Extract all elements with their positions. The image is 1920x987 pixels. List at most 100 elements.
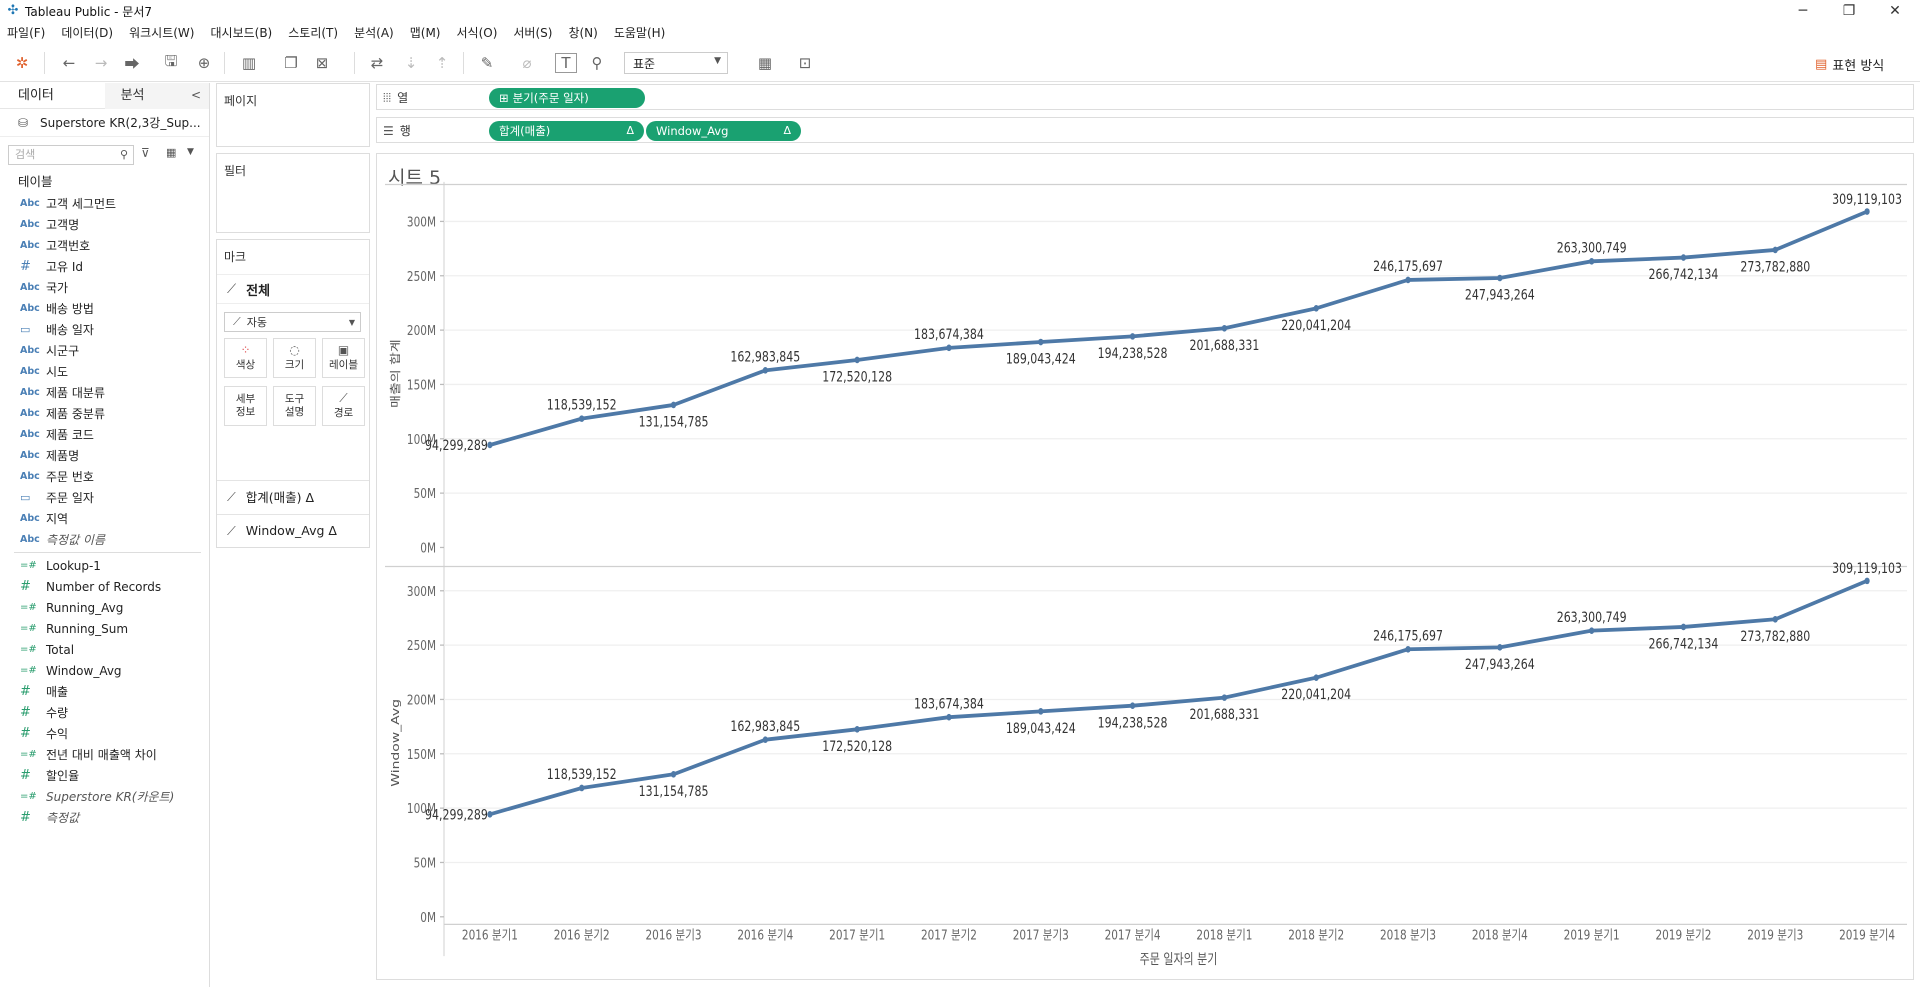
redo-icon[interactable]: → [90, 53, 112, 73]
collapse-icon[interactable]: < [191, 88, 201, 102]
label-button[interactable]: ▣ 레이블 [322, 338, 365, 378]
datasource-item[interactable]: ⛁ Superstore KR(2,3강_Sup... [0, 109, 209, 137]
field-item[interactable]: Abc 제품 코드 [0, 424, 209, 445]
data-label: 131,154,785 [639, 783, 709, 800]
field-item[interactable]: Abc 제품 중분류 [0, 403, 209, 424]
field-item[interactable]: =# Superstore KR(카운트) [0, 786, 209, 807]
field-item[interactable]: # 고유 Id [0, 256, 209, 277]
columns-shelf[interactable]: ⦙⦙⦙ 열 ⊞ 분기(주문 일자) [376, 84, 1914, 110]
x-axis-title: 주문 일자의 분기 [1140, 950, 1218, 967]
rows-pill-sales[interactable]: 합계(매출) Δ [489, 121, 644, 141]
cards-icon[interactable]: ▦ [754, 53, 776, 73]
field-name: 지역 [46, 512, 69, 526]
show-me-button[interactable]: ▤ 표현 방식 [1815, 54, 1884, 74]
fix-axes-icon[interactable]: ⚲ [586, 53, 608, 73]
menu-story[interactable]: 스토리(T) [288, 24, 338, 41]
filters-card[interactable]: 필터 [216, 153, 370, 233]
menu-server[interactable]: 서버(S) [513, 24, 552, 41]
menu-file[interactable]: 파일(F) [7, 24, 45, 41]
marks-measure-tab-window-avg[interactable]: ⟋ Window_Avg Δ [217, 514, 369, 546]
path-button[interactable]: ⟋ 경로 [322, 386, 365, 426]
y-tick-label: 150M [407, 747, 436, 763]
menu-worksheet[interactable]: 워크시트(W) [129, 24, 194, 41]
replay-icon[interactable]: ⮕ [121, 53, 143, 73]
group-icon[interactable]: ⌀ [516, 53, 538, 73]
close-icon[interactable]: ✕ [1872, 0, 1918, 22]
new-datasource-icon[interactable]: ⊕ [193, 53, 215, 73]
swap-icon[interactable]: ⇄ [366, 53, 388, 73]
field-item[interactable]: Abc 지역 [0, 508, 209, 529]
tooltip-button[interactable]: 도구 설명 [273, 386, 316, 426]
field-item[interactable]: # 측정값 [0, 807, 209, 828]
filter-icon[interactable]: ⊽ [141, 146, 150, 160]
field-item[interactable]: =# Lookup-1 [0, 555, 209, 576]
field-item[interactable]: =# Running_Sum [0, 618, 209, 639]
highlight-icon[interactable]: ✎ [476, 53, 498, 73]
presentation-icon[interactable]: ⊡ [794, 53, 816, 73]
field-item[interactable]: =# Window_Avg [0, 660, 209, 681]
mark-type-select[interactable]: ⟋ 자동 ▼ [224, 312, 361, 332]
field-item[interactable]: =# 전년 대비 매출액 차이 [0, 744, 209, 765]
line-chart[interactable]: 0M50M100M150M200M250M300M매출의 합계94,299,28… [377, 154, 1913, 979]
show-labels-icon[interactable]: T [555, 53, 577, 73]
sort-ascending-icon[interactable]: ⇣ [400, 53, 422, 73]
size-icon: ◌ [289, 343, 300, 357]
search-input[interactable]: 검색 ⚲ [8, 145, 134, 165]
field-item[interactable]: ▭ 주문 일자 [0, 487, 209, 508]
field-item[interactable]: # 할인율 [0, 765, 209, 786]
calculated-field-icon: =# [20, 560, 37, 571]
fit-select[interactable]: 표준 ▼ [624, 52, 728, 74]
menu-help[interactable]: 도움말(H) [614, 24, 666, 41]
view-options-icon[interactable]: ▦ [166, 146, 176, 159]
menu-dashboard[interactable]: 대시보드(B) [210, 24, 272, 41]
tab-data[interactable]: 데이터 [0, 83, 105, 109]
field-item[interactable]: Abc 제품명 [0, 445, 209, 466]
rows-shelf[interactable]: ☰ 행 합계(매출) Δ Window_Avg Δ [376, 117, 1914, 143]
save-icon[interactable]: 🖫 [160, 52, 182, 73]
chevron-down-icon[interactable]: ▼ [187, 147, 194, 157]
menu-analysis[interactable]: 분석(A) [354, 24, 394, 41]
maximize-icon[interactable]: ❐ [1826, 0, 1872, 22]
pages-card[interactable]: 페이지 [216, 83, 370, 147]
size-button[interactable]: ◌ 크기 [273, 338, 316, 378]
field-item[interactable]: Abc 국가 [0, 277, 209, 298]
field-item[interactable]: # 수량 [0, 702, 209, 723]
minimize-icon[interactable]: ─ [1780, 0, 1826, 22]
marks-measure-tab-sales[interactable]: ⟋ 합계(매출) Δ [217, 480, 369, 512]
data-label: 189,043,424 [1006, 350, 1076, 367]
field-item[interactable]: # Number of Records [0, 576, 209, 597]
undo-icon[interactable]: ← [58, 53, 80, 73]
data-label: 263,300,749 [1557, 608, 1627, 625]
field-name: 전년 대비 매출액 차이 [46, 748, 157, 762]
field-item[interactable]: Abc 고객명 [0, 214, 209, 235]
field-item[interactable]: Abc 시군구 [0, 340, 209, 361]
field-item[interactable]: Abc 주문 번호 [0, 466, 209, 487]
field-item[interactable]: Abc 고객 세그먼트 [0, 193, 209, 214]
worksheet-view[interactable]: 시트 5 0M 50M 100M 150M 200M 250M 300M 매출의 합계 94,2… [376, 153, 1914, 980]
sort-descending-icon[interactable]: ⇡ [431, 53, 453, 73]
marks-all-tab[interactable]: ⟋ 전체 [217, 274, 369, 304]
clear-sheet-icon[interactable]: ⊠ [311, 53, 333, 73]
field-item[interactable]: Abc 시도 [0, 361, 209, 382]
menu-map[interactable]: 맵(M) [410, 24, 441, 41]
field-item[interactable]: # 수익 [0, 723, 209, 744]
field-item[interactable]: Abc 고객번호 [0, 235, 209, 256]
field-name: 배송 방법 [46, 302, 94, 316]
columns-pill-quarter[interactable]: ⊞ 분기(주문 일자) [489, 88, 645, 108]
tableau-home-icon[interactable]: ✲ [11, 53, 33, 73]
detail-button[interactable]: 세부 정보 [224, 386, 267, 426]
rows-pill-window-avg[interactable]: Window_Avg Δ [646, 121, 801, 141]
field-item[interactable]: Abc 측정값 이름 [0, 529, 209, 550]
duplicate-sheet-icon[interactable]: ❐ [280, 53, 302, 73]
field-item[interactable]: =# Total [0, 639, 209, 660]
color-button[interactable]: ⁘ 색상 [224, 338, 267, 378]
menu-format[interactable]: 서식(O) [457, 24, 498, 41]
field-item[interactable]: =# Running_Avg [0, 597, 209, 618]
field-item[interactable]: ▭ 배송 일자 [0, 319, 209, 340]
field-item[interactable]: # 매출 [0, 681, 209, 702]
field-item[interactable]: Abc 배송 방법 [0, 298, 209, 319]
menu-window[interactable]: 창(N) [568, 24, 597, 41]
field-item[interactable]: Abc 제품 대분류 [0, 382, 209, 403]
menu-data[interactable]: 데이터(D) [61, 24, 113, 41]
new-worksheet-icon[interactable]: ▥ [238, 53, 260, 73]
